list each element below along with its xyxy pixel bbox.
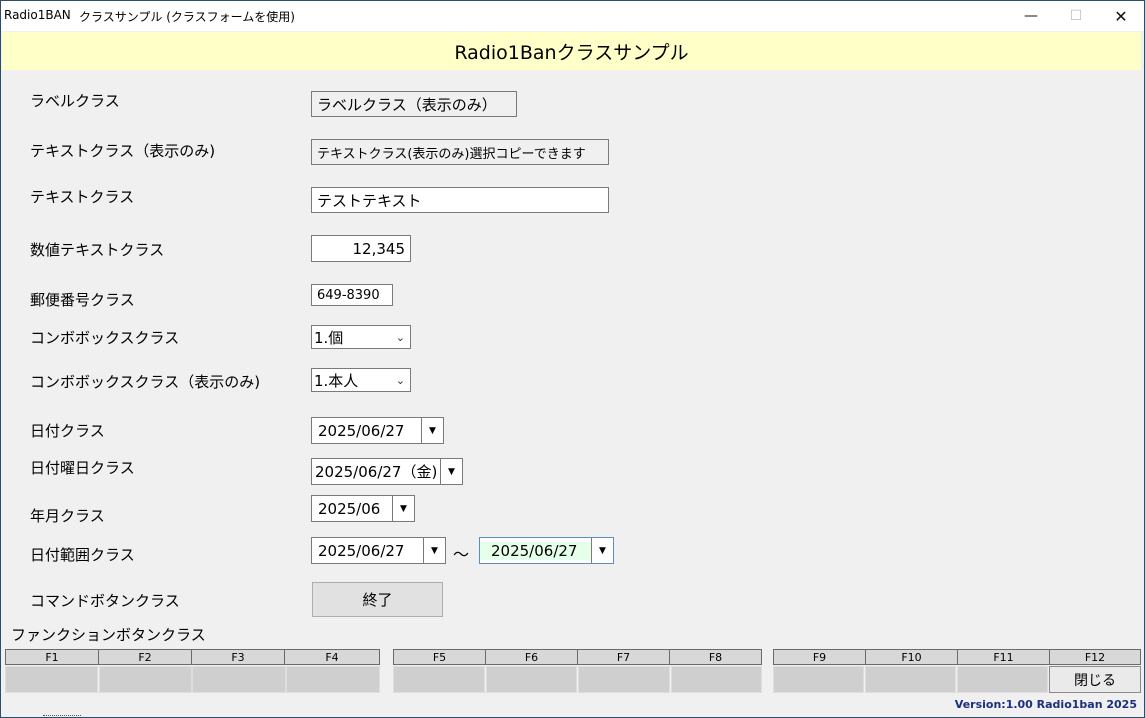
numeric-input[interactable]: 12,345 bbox=[311, 235, 411, 262]
version-text: Version:1.00 Radio1ban 2025 bbox=[954, 698, 1137, 711]
status-marker bbox=[43, 715, 81, 717]
f2-key-label: F2 bbox=[98, 649, 192, 665]
f12-close-button[interactable]: 閉じる bbox=[1049, 666, 1141, 693]
date-range-to-value: 2025/06/27 bbox=[480, 541, 591, 560]
f7-key-label: F7 bbox=[577, 649, 670, 665]
f6-key-label: F6 bbox=[485, 649, 578, 665]
date-picker[interactable]: 2025/06/27 ▼ bbox=[311, 417, 444, 444]
dropdown-arrow-icon[interactable]: ▼ bbox=[440, 459, 462, 484]
f11-key-label: F11 bbox=[957, 649, 1050, 665]
text-input[interactable]: テストテキスト bbox=[311, 187, 609, 213]
f9-button[interactable] bbox=[773, 666, 864, 693]
function-key-group-3: F9 F10 F11 F12 閉じる bbox=[773, 649, 1141, 693]
f11-button[interactable] bbox=[957, 666, 1048, 693]
text-class-label: テキストクラス bbox=[30, 188, 135, 206]
f9-key-label: F9 bbox=[773, 649, 866, 665]
window-title: クラスサンプル (クラスフォームを使用) bbox=[79, 10, 295, 24]
f4-key-label: F4 bbox=[284, 649, 380, 665]
label-class-box: ラベルクラス（表示のみ） bbox=[311, 91, 517, 117]
f3-button[interactable] bbox=[192, 666, 286, 693]
dropdown-arrow-icon[interactable]: ▼ bbox=[392, 496, 414, 521]
combo-class-label: コンボボックスクラス bbox=[30, 329, 180, 347]
f5-button[interactable] bbox=[393, 666, 485, 693]
year-month-value: 2025/06 bbox=[318, 499, 381, 518]
f5-key-label: F5 bbox=[393, 649, 486, 665]
date-weekday-value: 2025/06/27（金) bbox=[315, 463, 438, 481]
f7-button[interactable] bbox=[578, 666, 670, 693]
minimize-icon: — bbox=[1024, 8, 1038, 24]
close-button[interactable]: ✕ bbox=[1098, 1, 1144, 31]
f2-button[interactable] bbox=[99, 666, 192, 693]
numeric-text-label: 数値テキストクラス bbox=[30, 241, 165, 259]
f8-key-label: F8 bbox=[669, 649, 762, 665]
f12-key-label: F12 bbox=[1049, 649, 1141, 665]
chevron-down-icon: ⌄ bbox=[395, 331, 405, 344]
page-title: Radio1Banクラスサンプル bbox=[2, 32, 1141, 70]
dropdown-arrow-icon[interactable]: ▼ bbox=[423, 538, 445, 563]
maximize-icon: ☐ bbox=[1069, 8, 1083, 24]
app-name: Radio1BAN bbox=[4, 8, 71, 22]
combo-readonly-value: 1.本人 bbox=[314, 371, 359, 390]
f10-button[interactable] bbox=[865, 666, 956, 693]
f1-button[interactable] bbox=[5, 666, 98, 693]
date-range-to-picker[interactable]: 2025/06/27 ▼ bbox=[479, 537, 614, 564]
command-button-label: コマンドボタンクラス bbox=[30, 592, 180, 610]
f6-button[interactable] bbox=[486, 666, 577, 693]
combo-value: 1.個 bbox=[314, 328, 344, 347]
function-key-group-2: F5 F6 F7 F8 bbox=[393, 649, 762, 693]
dropdown-arrow-icon[interactable]: ▼ bbox=[591, 538, 613, 563]
minimize-button[interactable]: — bbox=[1008, 1, 1054, 31]
text-readonly-field[interactable]: テキストクラス(表示のみ)選択コピーできます bbox=[311, 139, 609, 165]
date-range-from-picker[interactable]: 2025/06/27 ▼ bbox=[311, 537, 446, 564]
f10-key-label: F10 bbox=[865, 649, 958, 665]
title-bar: Radio1BAN クラスサンプル (クラスフォームを使用) — ☐ ✕ bbox=[1, 1, 1144, 31]
date-range-label: 日付範囲クラス bbox=[30, 546, 135, 564]
dropdown-arrow-icon[interactable]: ▼ bbox=[421, 418, 443, 443]
date-value: 2025/06/27 bbox=[318, 421, 405, 440]
close-icon: ✕ bbox=[1114, 6, 1128, 26]
f3-key-label: F3 bbox=[191, 649, 285, 665]
text-readonly-label: テキストクラス（表示のみ) bbox=[30, 142, 216, 160]
postal-code-input[interactable]: 649-8390 bbox=[311, 284, 393, 306]
year-month-label: 年月クラス bbox=[30, 507, 105, 525]
f4-button[interactable] bbox=[286, 666, 380, 693]
range-separator: ～ bbox=[453, 545, 470, 564]
postal-code-label: 郵便番号クラス bbox=[30, 291, 135, 309]
function-buttons-label: ファンクションボタンクラス bbox=[11, 626, 206, 644]
f1-key-label: F1 bbox=[5, 649, 99, 665]
maximize-button[interactable]: ☐ bbox=[1053, 1, 1099, 31]
combo-readonly-label: コンボボックスクラス（表示のみ) bbox=[30, 373, 261, 391]
app-window: Radio1BAN クラスサンプル (クラスフォームを使用) — ☐ ✕ Rad… bbox=[0, 0, 1145, 718]
label-class-label: ラベルクラス bbox=[30, 92, 120, 110]
combo-select[interactable]: 1.個 ⌄ bbox=[311, 325, 411, 349]
date-weekday-label: 日付曜日クラス bbox=[30, 459, 135, 477]
date-weekday-picker[interactable]: 2025/06/27（金) ▼ bbox=[311, 458, 463, 485]
function-key-group-1: F1 F2 F3 F4 bbox=[5, 649, 380, 693]
date-range-from-value: 2025/06/27 bbox=[318, 541, 405, 560]
exit-button[interactable]: 終了 bbox=[312, 582, 443, 617]
date-class-label: 日付クラス bbox=[30, 422, 105, 440]
f8-button[interactable] bbox=[671, 666, 762, 693]
combo-readonly-select[interactable]: 1.本人 ⌄ bbox=[311, 368, 411, 392]
year-month-picker[interactable]: 2025/06 ▼ bbox=[311, 495, 415, 522]
chevron-down-icon: ⌄ bbox=[395, 374, 405, 387]
